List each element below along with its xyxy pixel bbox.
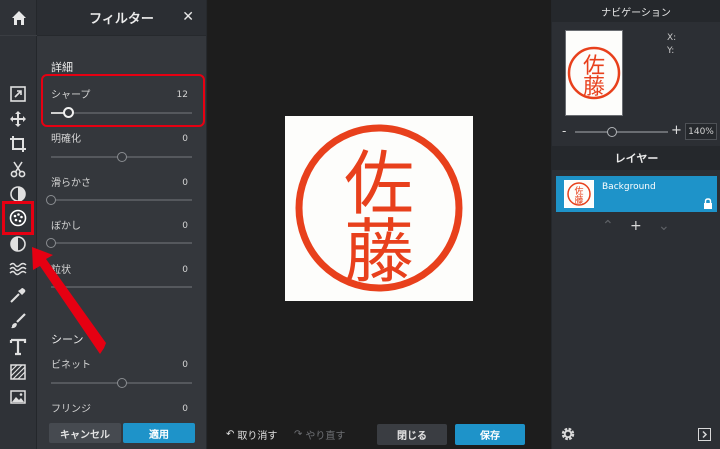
redo-icon: ↷ (294, 429, 303, 440)
nav-stamp-bottom: 藤 (583, 75, 605, 100)
move-tool-button[interactable] (5, 107, 31, 131)
section-title-scene: シーン (51, 333, 84, 346)
navigation-thumbnail[interactable]: 佐 藤 (565, 30, 623, 116)
layer-move-down-icon[interactable]: ⌄ (658, 218, 670, 234)
cancel-button[interactable]: キャンセル (49, 423, 121, 443)
move-icon (10, 111, 26, 127)
zoom-controls: - + 140% (552, 122, 720, 142)
navigation-header: ナビゲーション (552, 0, 720, 22)
filter-panel-header: フィルター ✕ (37, 0, 206, 36)
crop-tool-button[interactable] (5, 132, 31, 156)
brush-tool-button[interactable] (5, 309, 31, 333)
filter-label-smoothness: 滑らかさ (51, 178, 91, 189)
texture-tool-button[interactable] (5, 360, 31, 384)
redo-label: やり直す (305, 431, 346, 442)
right-panel: ナビゲーション 佐 藤 X: Y: - + 140% レイヤー 佐 藤 Back… (551, 0, 720, 449)
smoothness-slider[interactable] (46, 195, 192, 205)
wave-tool-button[interactable] (5, 257, 31, 281)
filter-value-smoothness: 0 (182, 178, 188, 188)
zoom-slider-knob[interactable] (607, 127, 618, 137)
undo-button[interactable]: ↶ 取り消す (226, 427, 277, 442)
coordinate-y-label: Y: (667, 46, 675, 56)
zoom-value-field[interactable]: 140% (685, 123, 717, 140)
save-button[interactable]: 保存 (455, 424, 525, 445)
left-toolbar (0, 0, 37, 449)
undo-label: 取り消す (237, 431, 278, 442)
smoothness-slider-knob[interactable] (46, 195, 56, 205)
filter-value-vignette: 0 (182, 360, 188, 370)
blur-slider-knob[interactable] (46, 238, 56, 248)
clarity-slider[interactable] (51, 152, 192, 162)
filter-value-sharpen: 12 (176, 90, 188, 100)
clarity-slider-knob[interactable] (116, 152, 127, 162)
filter-label-clarity: 明確化 (51, 134, 81, 145)
color-tool-button[interactable] (5, 232, 31, 256)
filter-panel: フィルター ✕ 詳細 シャープ 12 明確化 0 滑らかさ 0 ぼかし 0 粒状… (37, 0, 207, 449)
section-title-detail: 詳細 (51, 61, 73, 74)
filter-value-blur: 0 (182, 221, 188, 231)
redo-button[interactable]: ↷ やり直す (294, 427, 345, 442)
texture-icon (10, 364, 26, 380)
grain-slider[interactable] (51, 286, 192, 288)
apply-button[interactable]: 適用 (123, 423, 195, 443)
canvas-area[interactable]: 佐 藤 (208, 0, 551, 449)
collapse-panel-icon[interactable] (698, 428, 711, 441)
home-icon (11, 10, 26, 25)
gear-icon[interactable] (560, 426, 576, 442)
stamp-character-bottom: 藤 (344, 211, 414, 293)
dropper-tool-button[interactable] (5, 283, 31, 307)
blur-slider[interactable] (46, 238, 192, 248)
adjust-icon (10, 86, 26, 102)
filter-label-blur: ぼかし (51, 221, 81, 232)
layer-thumbnail: 佐 藤 (564, 180, 594, 208)
text-icon (9, 338, 27, 356)
filter-value-grain: 0 (182, 265, 188, 275)
layers-header: レイヤー (552, 146, 720, 170)
text-tool-button[interactable] (5, 335, 31, 359)
canvas-image[interactable]: 佐 藤 (285, 116, 473, 301)
home-button[interactable] (0, 0, 37, 36)
canvas-bottom-bar: ↶ 取り消す ↷ やり直す 閉じる 保存 (208, 420, 551, 449)
filter-panel-title: フィルター (89, 12, 154, 27)
color-icon (10, 236, 26, 252)
cut-tool-button[interactable] (5, 157, 31, 181)
sharpen-slider[interactable] (51, 107, 192, 118)
filter-label-grain: 粒状 (51, 265, 71, 276)
undo-icon: ↶ (226, 429, 235, 440)
layer-name: Background (602, 182, 656, 192)
image-icon (10, 390, 26, 404)
sharpen-slider-knob[interactable] (62, 107, 74, 118)
brush-icon (11, 313, 26, 329)
close-icon[interactable]: ✕ (182, 9, 194, 25)
zoom-in-button[interactable]: + (671, 123, 682, 138)
wave-icon (9, 262, 27, 276)
zoom-out-button[interactable]: - (562, 124, 566, 138)
navigation-stamp-image: 佐 藤 (567, 46, 621, 100)
layer-actions: ⌃ + ⌄ (552, 216, 720, 236)
crop-icon (10, 136, 26, 152)
stamp-image: 佐 藤 (295, 124, 463, 293)
filter-value-clarity: 0 (182, 134, 188, 144)
layer-move-up-icon[interactable]: ⌃ (602, 218, 614, 234)
dropper-icon (10, 288, 26, 303)
filter-label-vignette: ビネット (51, 360, 91, 371)
layer-stamp-bottom: 藤 (574, 194, 583, 206)
vignette-slider-knob[interactable] (116, 378, 127, 388)
filter-label-fringe: フリンジ (51, 404, 91, 415)
vignette-slider[interactable] (51, 378, 192, 388)
close-button[interactable]: 閉じる (377, 424, 447, 445)
scissors-icon (10, 161, 26, 178)
filter-label-sharpen: シャープ (51, 90, 91, 101)
image-tool-button[interactable] (5, 385, 31, 409)
filter-value-fringe: 0 (182, 404, 188, 414)
lock-icon[interactable] (703, 198, 713, 209)
layer-item[interactable]: 佐 藤 Background (556, 176, 717, 212)
adjust-tool-button[interactable] (5, 82, 31, 106)
filter-tool-annotation-box (2, 201, 34, 235)
coordinate-x-label: X: (667, 33, 677, 43)
zoom-slider[interactable] (575, 127, 668, 137)
add-layer-icon[interactable]: + (630, 218, 642, 234)
